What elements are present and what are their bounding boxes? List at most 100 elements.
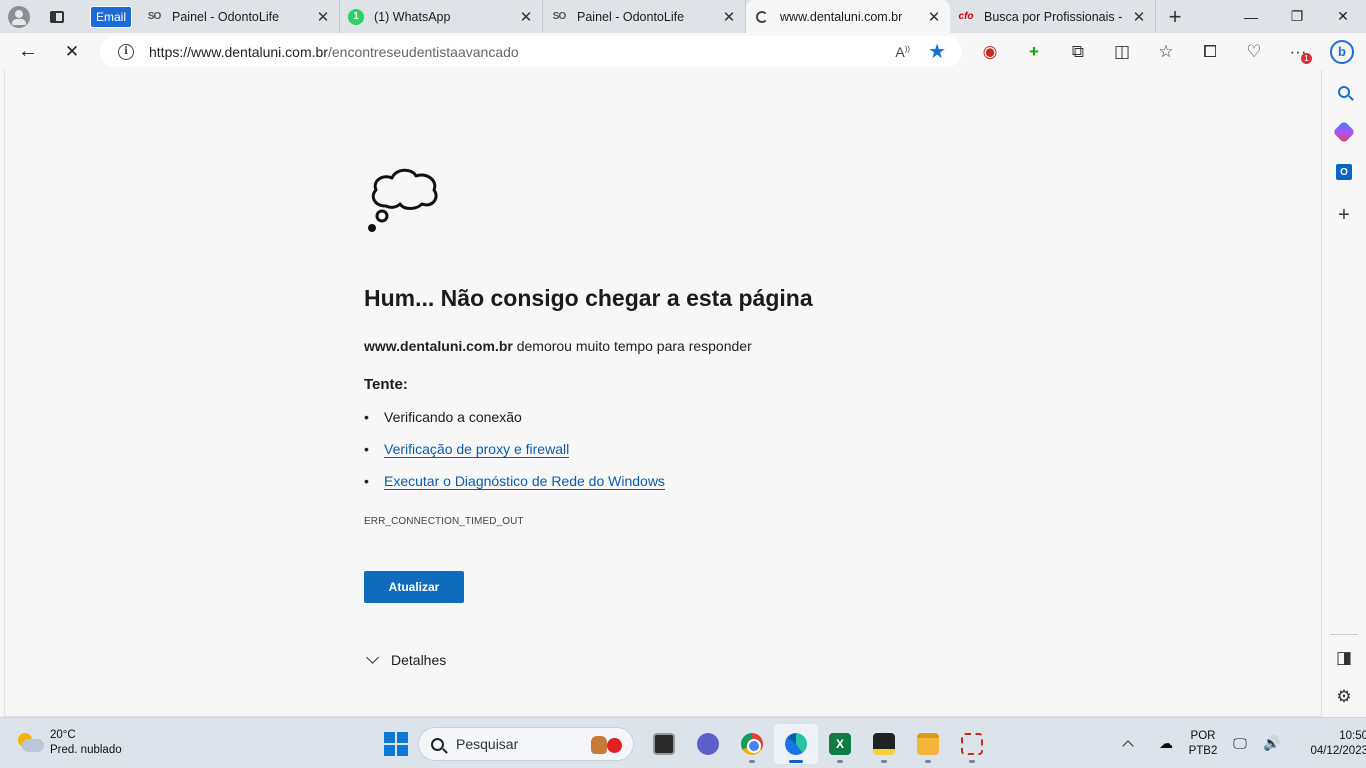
- clock[interactable]: 10:50 04/12/2023: [1300, 729, 1366, 759]
- network-diagnostics-link[interactable]: Executar o Diagnóstico de Rede do Window…: [384, 473, 665, 490]
- close-icon[interactable]: ✕: [926, 8, 942, 26]
- restore-button[interactable]: ❐: [1274, 0, 1320, 33]
- email-tab-button[interactable]: Email: [90, 5, 133, 28]
- favorite-star-icon[interactable]: ★: [928, 39, 946, 64]
- tab-painel-odontolife-1[interactable]: SO Painel - OdontoLife ✕: [138, 0, 341, 33]
- taskbar-app-task-view[interactable]: [642, 724, 686, 764]
- url-path: /encontreseudentistaavancado: [327, 43, 519, 60]
- suggestion-item: • Verificando a conexão: [364, 409, 522, 425]
- sidebar-m365-button[interactable]: [1322, 112, 1366, 152]
- taskbar-app-sticky-notes[interactable]: [862, 724, 906, 764]
- details-toggle[interactable]: Detalhes: [366, 651, 447, 668]
- notification-badge: 1: [1301, 53, 1312, 64]
- tab-actions-button[interactable]: [38, 0, 76, 33]
- taskbar-search[interactable]: Pesquisar: [418, 727, 634, 761]
- chevron-up-icon[interactable]: [1122, 739, 1134, 752]
- plus-icon: +: [1168, 3, 1182, 29]
- minimize-button[interactable]: —: [1228, 0, 1274, 33]
- taskbar-app-excel[interactable]: X: [818, 724, 862, 764]
- extension-plus-button[interactable]: +: [1012, 33, 1056, 70]
- language-indicator[interactable]: POR PTB2: [1182, 729, 1224, 759]
- sidebar-settings-button[interactable]: ⚙: [1322, 677, 1366, 717]
- back-button[interactable]: ←: [6, 33, 50, 70]
- error-host: www.dentaluni.com.br: [364, 338, 513, 354]
- sidebar-divider: [1330, 634, 1358, 635]
- extensions-button[interactable]: ⧉: [1056, 33, 1100, 70]
- read-aloud-icon[interactable]: A)): [895, 44, 910, 60]
- search-icon: [1338, 86, 1350, 98]
- sidebar-hide-button[interactable]: ◨: [1322, 638, 1366, 678]
- refresh-button[interactable]: Atualizar: [364, 571, 464, 603]
- stop-loading-button[interactable]: ✕: [50, 33, 94, 70]
- error-title: Hum... Não consigo chegar a esta página: [364, 285, 813, 311]
- tab-strip: Email SO Painel - OdontoLife ✕ 1 (1) Wha…: [0, 0, 1366, 33]
- split-screen-icon: ◫: [1113, 41, 1131, 61]
- error-message: www.dentaluni.com.br demorou muito tempo…: [364, 338, 752, 354]
- tab-whatsapp[interactable]: 1 (1) WhatsApp ✕: [340, 0, 544, 33]
- new-tab-button[interactable]: +: [1156, 0, 1194, 33]
- page-content: Hum... Não consigo chegar a esta página …: [4, 70, 1322, 717]
- search-placeholder: Pesquisar: [456, 736, 519, 752]
- taskbar-app-snipping[interactable]: [950, 724, 994, 764]
- start-button[interactable]: [384, 732, 408, 756]
- clock-date: 04/12/2023: [1310, 744, 1366, 757]
- edge-icon: [785, 733, 807, 755]
- windows-taskbar: 20°C Pred. nublado Pesquisar X ☁ POR PTB2 …: [0, 717, 1366, 768]
- profile-button[interactable]: [0, 0, 38, 33]
- sidebar-search-button[interactable]: [1322, 72, 1366, 112]
- settings-more-button[interactable]: ··· 1: [1276, 33, 1320, 70]
- green-plus-icon: +: [1029, 41, 1039, 61]
- keyboard-layout: PTB2: [1188, 744, 1218, 757]
- proxy-firewall-link[interactable]: Verificação de proxy e firewall: [384, 441, 570, 458]
- taskbar-apps: Pesquisar X: [380, 724, 994, 764]
- url-text[interactable]: https://www.dentaluni.com.br/encontreseu…: [149, 44, 519, 60]
- taskbar-app-chrome[interactable]: [730, 724, 774, 764]
- tab-title: Painel - OdontoLife: [577, 9, 685, 24]
- favorites-star-icon: ☆: [1158, 41, 1174, 61]
- network-icon[interactable]: 🖵: [1224, 735, 1256, 752]
- meet-icon: [697, 733, 719, 755]
- copilot-button[interactable]: b: [1320, 33, 1364, 70]
- tab-dentaluni-active[interactable]: www.dentaluni.com.br ✕: [746, 0, 951, 33]
- weather-desc: Pred. nublado: [50, 744, 122, 756]
- sticky-notes-icon: [873, 733, 895, 755]
- profile-icon: [8, 5, 30, 28]
- favorites-button[interactable]: ☆: [1144, 33, 1188, 70]
- taskbar-app-edge[interactable]: [774, 724, 818, 764]
- clock-time: 10:50: [1339, 729, 1366, 742]
- details-label: Detalhes: [391, 652, 447, 668]
- collections-icon: ⧠: [1203, 41, 1217, 61]
- taskbar-app-meet[interactable]: [686, 724, 730, 764]
- close-icon[interactable]: ✕: [1131, 8, 1147, 26]
- snipping-tool-icon: [961, 733, 983, 755]
- collections-button[interactable]: ⧠: [1188, 33, 1232, 70]
- tab-busca-profissionais[interactable]: cfo Busca por Profissionais - C ✕: [950, 0, 1157, 33]
- whatsapp-favicon-icon: 1: [348, 8, 365, 25]
- performance-button[interactable]: ♡: [1232, 33, 1276, 70]
- loading-spinner-icon: [754, 9, 770, 25]
- heartbeat-icon: ♡: [1246, 41, 1262, 61]
- taskbar-app-explorer[interactable]: [906, 724, 950, 764]
- split-screen-button[interactable]: ◫: [1100, 33, 1144, 70]
- window-close-button[interactable]: ✕: [1320, 0, 1366, 33]
- excel-icon: X: [829, 733, 851, 755]
- microsoft365-icon: [1332, 120, 1356, 144]
- tracking-prevention-button[interactable]: ◉: [968, 33, 1012, 70]
- close-icon[interactable]: ✕: [315, 8, 331, 26]
- info-icon[interactable]: i: [118, 43, 134, 60]
- tab-painel-odontolife-2[interactable]: SO Painel - OdontoLife ✕: [543, 0, 747, 33]
- weather-widget[interactable]: 20°C Pred. nublado: [16, 728, 122, 758]
- address-bar[interactable]: i https://www.dentaluni.com.br/encontres…: [100, 36, 962, 67]
- browser-toolbar: ◉ + ⧉ ◫ ☆ ⧠ ♡ ··· 1 b: [968, 33, 1364, 70]
- suggestion-item: • Verificação de proxy e firewall: [364, 441, 570, 458]
- sidebar-outlook-button[interactable]: O: [1322, 152, 1366, 192]
- sidebar-add-button[interactable]: +: [1322, 195, 1366, 235]
- close-icon[interactable]: ✕: [721, 8, 737, 26]
- chrome-icon: [741, 733, 763, 755]
- task-view-icon: [653, 733, 675, 755]
- tab-title: Busca por Profissionais - C: [984, 9, 1126, 24]
- cloud-sync-icon[interactable]: ☁: [1150, 735, 1182, 752]
- close-icon[interactable]: ✕: [518, 8, 534, 26]
- weather-temp: 20°C: [50, 729, 76, 741]
- volume-icon[interactable]: 🔊: [1256, 735, 1288, 752]
